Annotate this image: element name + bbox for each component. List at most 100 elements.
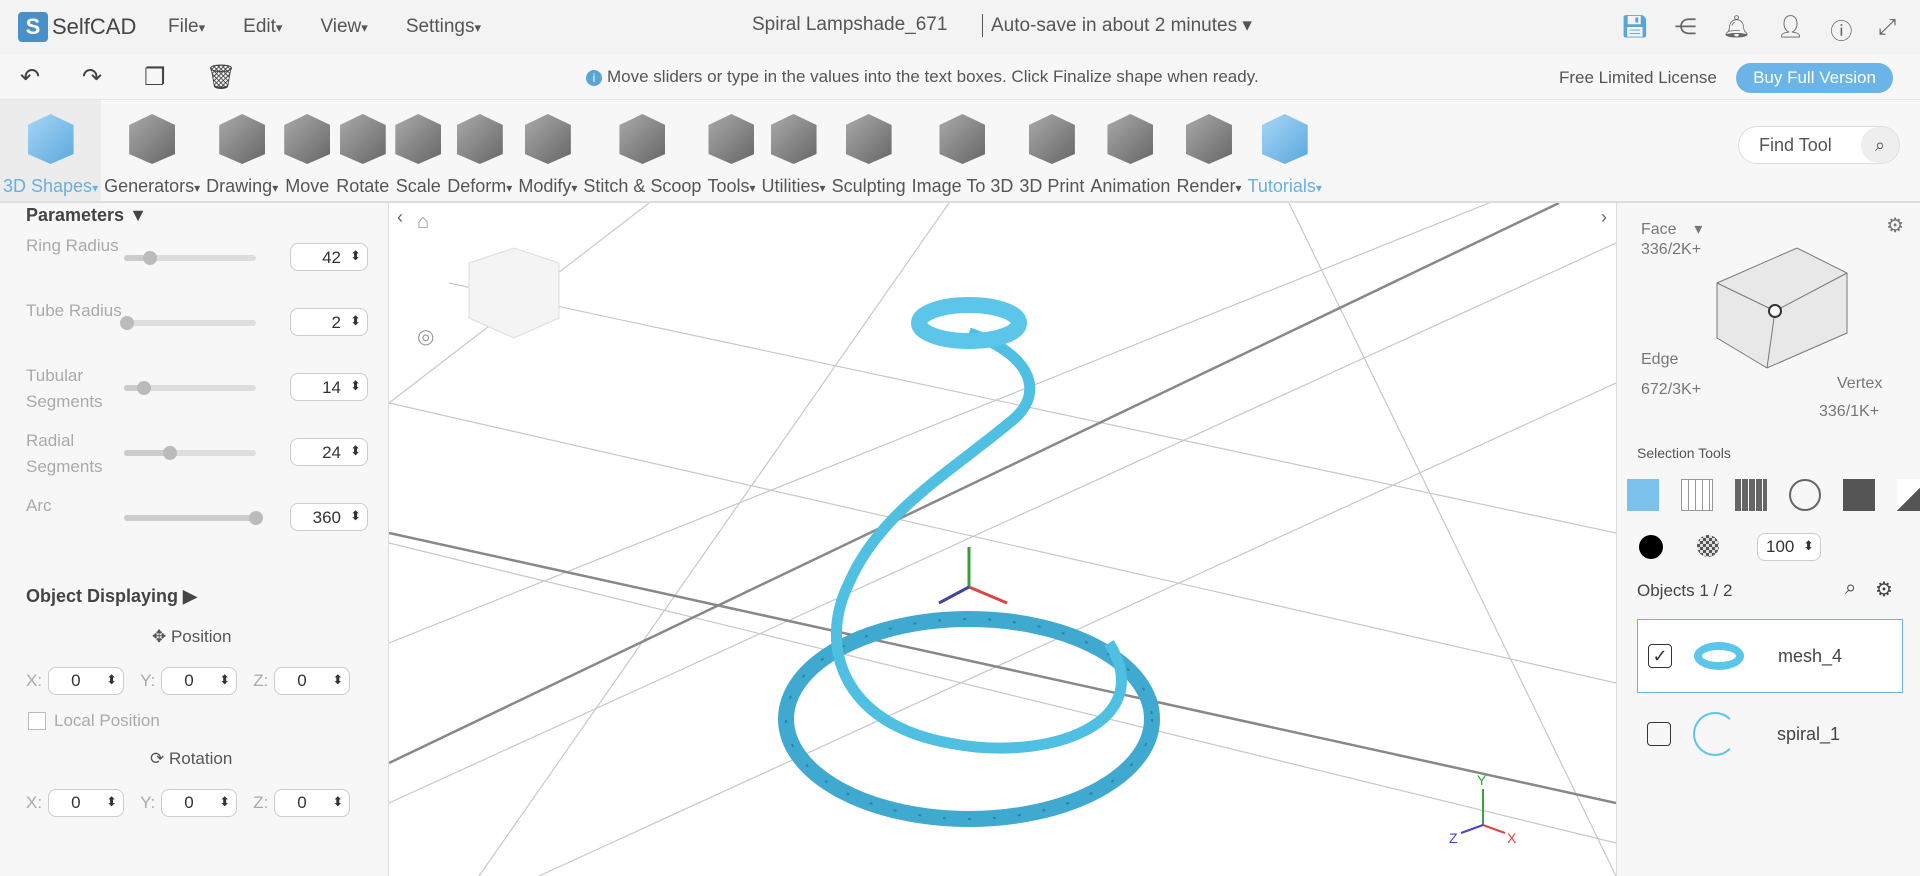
tool-deform[interactable]: Deform [444, 100, 515, 201]
param-value-input[interactable]: 360 [290, 503, 368, 531]
undo-icon[interactable]: ↶ [20, 63, 40, 92]
tool-stitch-scoop[interactable]: Stitch & Scoop [580, 100, 704, 201]
share-icon[interactable]: ⋲ [1675, 14, 1697, 46]
object-name: spiral_1 [1777, 723, 1841, 744]
param-value-input[interactable]: 2 [290, 308, 368, 336]
param-slider[interactable] [124, 446, 256, 460]
param-slider[interactable] [124, 511, 263, 525]
pos-input[interactable]: 0 [274, 667, 351, 695]
slider-handle[interactable] [249, 511, 263, 525]
object-checkbox[interactable] [1647, 722, 1671, 746]
face-mode-dropdown[interactable]: Face ▾ [1641, 219, 1702, 239]
delete-icon[interactable]: 🗑︎ [206, 63, 236, 92]
slider-handle[interactable] [119, 316, 134, 330]
pos-input[interactable]: 0 [161, 667, 238, 695]
bell-icon[interactable]: 🔔︎ [1723, 14, 1751, 46]
checkbox-icon[interactable] [28, 712, 46, 730]
buy-full-version-button[interactable]: Buy Full Version [1736, 63, 1893, 93]
objects-settings-icon[interactable]: ⚙ [1875, 577, 1893, 602]
object-item-spiral_1[interactable]: spiral_1 [1637, 697, 1903, 771]
settings-gear-icon[interactable]: ⚙ [1886, 213, 1904, 238]
copy-icon[interactable]: ❐ [144, 63, 166, 92]
select-sphere-icon[interactable] [1789, 479, 1821, 511]
selection-mode-cube[interactable] [1707, 233, 1887, 383]
top-bar: SSelfCAD File Edit View Settings Spiral … [0, 0, 1920, 54]
user-icon[interactable]: 👤︎ [1776, 14, 1804, 46]
menu-view[interactable]: View [320, 16, 367, 38]
select-plane-icon[interactable] [1897, 479, 1920, 511]
3d-viewport[interactable]: Y X Z ⌂ ◎ ‹ › [389, 203, 1616, 876]
vertex-label[interactable]: Vertex [1837, 375, 1882, 393]
project-title[interactable]: Spiral Lampshade_671 [752, 14, 947, 36]
tool-3d-print[interactable]: 3D Print [1016, 100, 1087, 201]
select-solid-icon[interactable] [1843, 479, 1875, 511]
tool-sculpting[interactable]: Sculpting [829, 100, 909, 201]
slider-handle[interactable] [136, 381, 151, 395]
tool-icon [219, 114, 266, 164]
autosave-status[interactable]: Auto-save in about 2 minutes ▾ [982, 14, 1252, 37]
home-view-icon[interactable]: ⌂ [417, 211, 429, 233]
select-mesh-icon[interactable] [1735, 479, 1767, 511]
select-object-icon[interactable] [1627, 479, 1659, 511]
find-tool-input[interactable]: Find Tool ⌕ [1738, 126, 1900, 164]
tool-label: Rotate [336, 176, 390, 196]
select-wireframe-icon[interactable] [1681, 479, 1713, 511]
color-picker-icon[interactable] [1639, 535, 1663, 559]
param-row: Ring Radius 42 [26, 233, 371, 283]
tool-tutorials[interactable]: Tutorials [1245, 100, 1325, 201]
tool-icon [845, 114, 892, 164]
param-slider[interactable] [124, 381, 256, 395]
slider-handle[interactable] [143, 251, 158, 265]
tool-scale[interactable]: Scale [392, 100, 444, 201]
objects-count-label: Objects 1 / 2 [1637, 581, 1733, 600]
fullscreen-icon[interactable]: ⤢ [1878, 14, 1896, 46]
tool-3d-shapes[interactable]: 3D Shapes [0, 100, 102, 201]
tool-rotate[interactable]: Rotate [333, 100, 392, 201]
axis-x-label: X [1507, 830, 1517, 846]
tool-move[interactable]: Move [281, 100, 333, 201]
info-icon[interactable]: ⓘ [1830, 14, 1852, 46]
tool-generators[interactable]: Generators [101, 100, 203, 201]
pos-input[interactable]: 0 [48, 667, 125, 695]
tool-tools[interactable]: Tools [704, 100, 758, 201]
menu-file[interactable]: File [168, 16, 205, 38]
scene-canvas[interactable]: Y X Z ⌂ ◎ ‹ › [389, 203, 1616, 876]
local-position-checkbox[interactable]: Local Position [28, 711, 160, 731]
redo-icon[interactable]: ↷ [82, 63, 102, 92]
object-item-mesh_4[interactable]: ✓ mesh_4 [1637, 619, 1903, 693]
rot-input[interactable]: 0 [274, 789, 351, 817]
param-slider[interactable] [124, 251, 256, 265]
object-displaying-title[interactable]: Object Displaying ▶ [26, 586, 197, 607]
menu-settings[interactable]: Settings [406, 16, 481, 38]
edge-label[interactable]: Edge [1641, 351, 1678, 369]
search-icon[interactable]: ⌕ [1861, 127, 1899, 163]
tool-animation[interactable]: Animation [1087, 100, 1173, 201]
collapse-left-icon[interactable]: ‹ [397, 207, 403, 227]
focus-icon[interactable]: ◎ [417, 326, 434, 348]
material-icon[interactable] [1697, 535, 1719, 557]
tool-image-to-3d[interactable]: Image To 3D [909, 100, 1017, 201]
tool-modify[interactable]: Modify [515, 100, 580, 201]
param-value-input[interactable]: 24 [290, 438, 368, 466]
param-slider[interactable] [119, 316, 256, 330]
view-cube[interactable] [468, 247, 560, 339]
parameters-title[interactable]: Parameters ▼ [26, 205, 147, 226]
object-checkbox[interactable]: ✓ [1648, 644, 1672, 668]
tool-utilities[interactable]: Utilities [759, 100, 829, 201]
license-label: Free Limited License [1559, 68, 1717, 87]
opacity-input[interactable]: 100 [1757, 533, 1821, 561]
search-objects-icon[interactable]: ⌕ [1845, 577, 1856, 600]
rot-input[interactable]: 0 [48, 789, 125, 817]
save-icon[interactable]: 💾︎ [1621, 14, 1649, 46]
rot-input[interactable]: 0 [161, 789, 238, 817]
param-row: Radial Segments 24 [26, 428, 371, 478]
collapse-right-icon[interactable]: › [1601, 207, 1607, 227]
tool-render[interactable]: Render [1173, 100, 1244, 201]
menu-edit[interactable]: Edit [243, 16, 282, 38]
tool-drawing[interactable]: Drawing [203, 100, 281, 201]
param-value-input[interactable]: 42 [290, 243, 368, 271]
slider-handle[interactable] [163, 446, 178, 460]
origin-gizmo [938, 547, 1008, 605]
rot-y: Y: 0 [140, 789, 238, 817]
param-value-input[interactable]: 14 [290, 373, 368, 401]
